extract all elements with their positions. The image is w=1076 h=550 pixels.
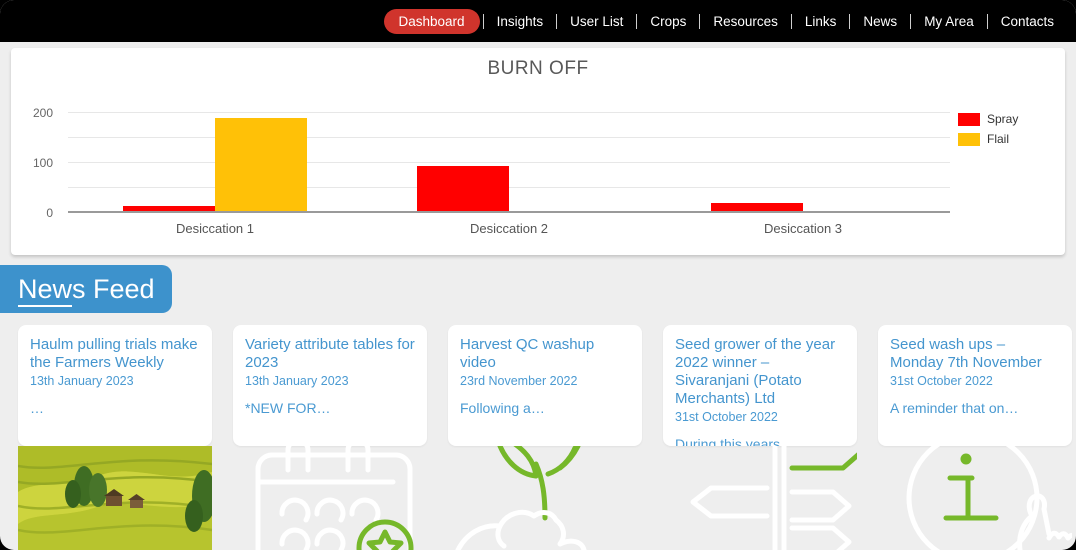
bar-flail-1 <box>215 118 307 213</box>
gridline-100 <box>68 162 950 163</box>
nav-item-links[interactable]: Links <box>795 10 847 33</box>
nav-separator <box>699 14 700 29</box>
seedling-in-hand-illustration <box>448 446 642 550</box>
nav-separator <box>910 14 911 29</box>
news-card-date: 13th January 2023 <box>245 374 415 388</box>
chart-title: BURN OFF <box>11 48 1065 80</box>
legend-row-spray: Spray <box>958 112 1018 126</box>
bar-spray-2 <box>417 166 509 214</box>
x-label-1: Desiccation 1 <box>176 221 254 236</box>
x-label-3: Desiccation 3 <box>764 221 842 236</box>
y-tick-0: 0 <box>46 206 53 220</box>
top-nav: Dashboard Insights User List Crops Resou… <box>0 0 1076 42</box>
nav-separator <box>987 14 988 29</box>
news-feed-heading: News Feed <box>0 265 172 313</box>
y-tick-100: 100 <box>33 156 53 170</box>
nav-item-insights[interactable]: Insights <box>487 10 554 33</box>
news-card-date: 31st October 2022 <box>675 410 845 424</box>
rice-terraces-photo <box>18 446 212 550</box>
app-window: Dashboard Insights User List Crops Resou… <box>0 0 1076 550</box>
news-card-seed-wash-ups[interactable]: Seed wash ups – Monday 7th November 31st… <box>878 325 1072 446</box>
news-card-title: Seed wash ups – Monday 7th November <box>890 336 1060 372</box>
nav-item-my-area[interactable]: My Area <box>914 10 984 33</box>
signpost-illustration <box>663 446 857 550</box>
news-feed-heading-underlined-part: New <box>18 274 72 307</box>
news-card-title: Seed grower of the year 2022 winner – Si… <box>675 336 845 408</box>
nav-item-crops[interactable]: Crops <box>640 10 696 33</box>
nav-item-resources[interactable]: Resources <box>703 10 788 33</box>
news-card-title: Harvest QC washup video <box>460 336 630 372</box>
legend-label-spray: Spray <box>987 112 1018 126</box>
news-card-excerpt: *NEW FOR… <box>245 400 415 416</box>
news-card-date: 13th January 2023 <box>30 374 200 388</box>
nav-separator <box>791 14 792 29</box>
calendar-illustration <box>233 446 427 550</box>
legend-label-flail: Flail <box>987 132 1009 146</box>
gridline-150 <box>68 137 950 138</box>
nav-separator <box>849 14 850 29</box>
news-card-seed-grower[interactable]: Seed grower of the year 2022 winner – Si… <box>663 325 857 446</box>
x-label-2: Desiccation 2 <box>470 221 548 236</box>
legend-swatch-flail <box>958 133 980 146</box>
news-card-excerpt: A reminder that on… <box>890 400 1060 416</box>
news-card-excerpt: During this years… <box>675 436 845 446</box>
gridline-50 <box>68 187 950 188</box>
gridline-200 <box>68 112 950 113</box>
chart-y-axis: 0100200 <box>19 113 61 213</box>
nav-item-user-list[interactable]: User List <box>560 10 633 33</box>
info-pointer-illustration <box>878 446 1072 550</box>
chart-legend: Spray Flail <box>958 112 1018 152</box>
news-card-title: Variety attribute tables for 2023 <box>245 336 415 372</box>
y-tick-200: 200 <box>33 106 53 120</box>
nav-item-dashboard[interactable]: Dashboard <box>384 9 480 34</box>
news-card-date: 23rd November 2022 <box>460 374 630 388</box>
nav-item-contacts[interactable]: Contacts <box>991 10 1064 33</box>
burn-off-chart-panel: BURN OFF 0100200 Desiccation 1Desiccatio… <box>11 48 1065 255</box>
nav-separator <box>636 14 637 29</box>
news-card-title: Haulm pulling trials make the Farmers We… <box>30 336 200 372</box>
news-card-harvest-qc[interactable]: Harvest QC washup video 23rd November 20… <box>448 325 642 446</box>
news-card-date: 31st October 2022 <box>890 374 1060 388</box>
news-feed-heading-rest: s Feed <box>72 274 155 304</box>
chart-x-axis-labels: Desiccation 1 Desiccation 2 Desiccation 3 <box>68 221 950 239</box>
nav-item-news[interactable]: News <box>853 10 907 33</box>
nav-separator <box>483 14 484 29</box>
legend-row-flail: Flail <box>958 132 1018 146</box>
news-card-excerpt: … <box>30 400 200 416</box>
news-card-excerpt: Following a… <box>460 400 630 416</box>
news-card-haulm-pulling[interactable]: Haulm pulling trials make the Farmers We… <box>18 325 212 446</box>
legend-swatch-spray <box>958 113 980 126</box>
x-axis-line <box>68 211 950 213</box>
chart-plot-area <box>68 113 950 213</box>
nav-separator <box>556 14 557 29</box>
news-card-variety-tables[interactable]: Variety attribute tables for 2023 13th J… <box>233 325 427 446</box>
